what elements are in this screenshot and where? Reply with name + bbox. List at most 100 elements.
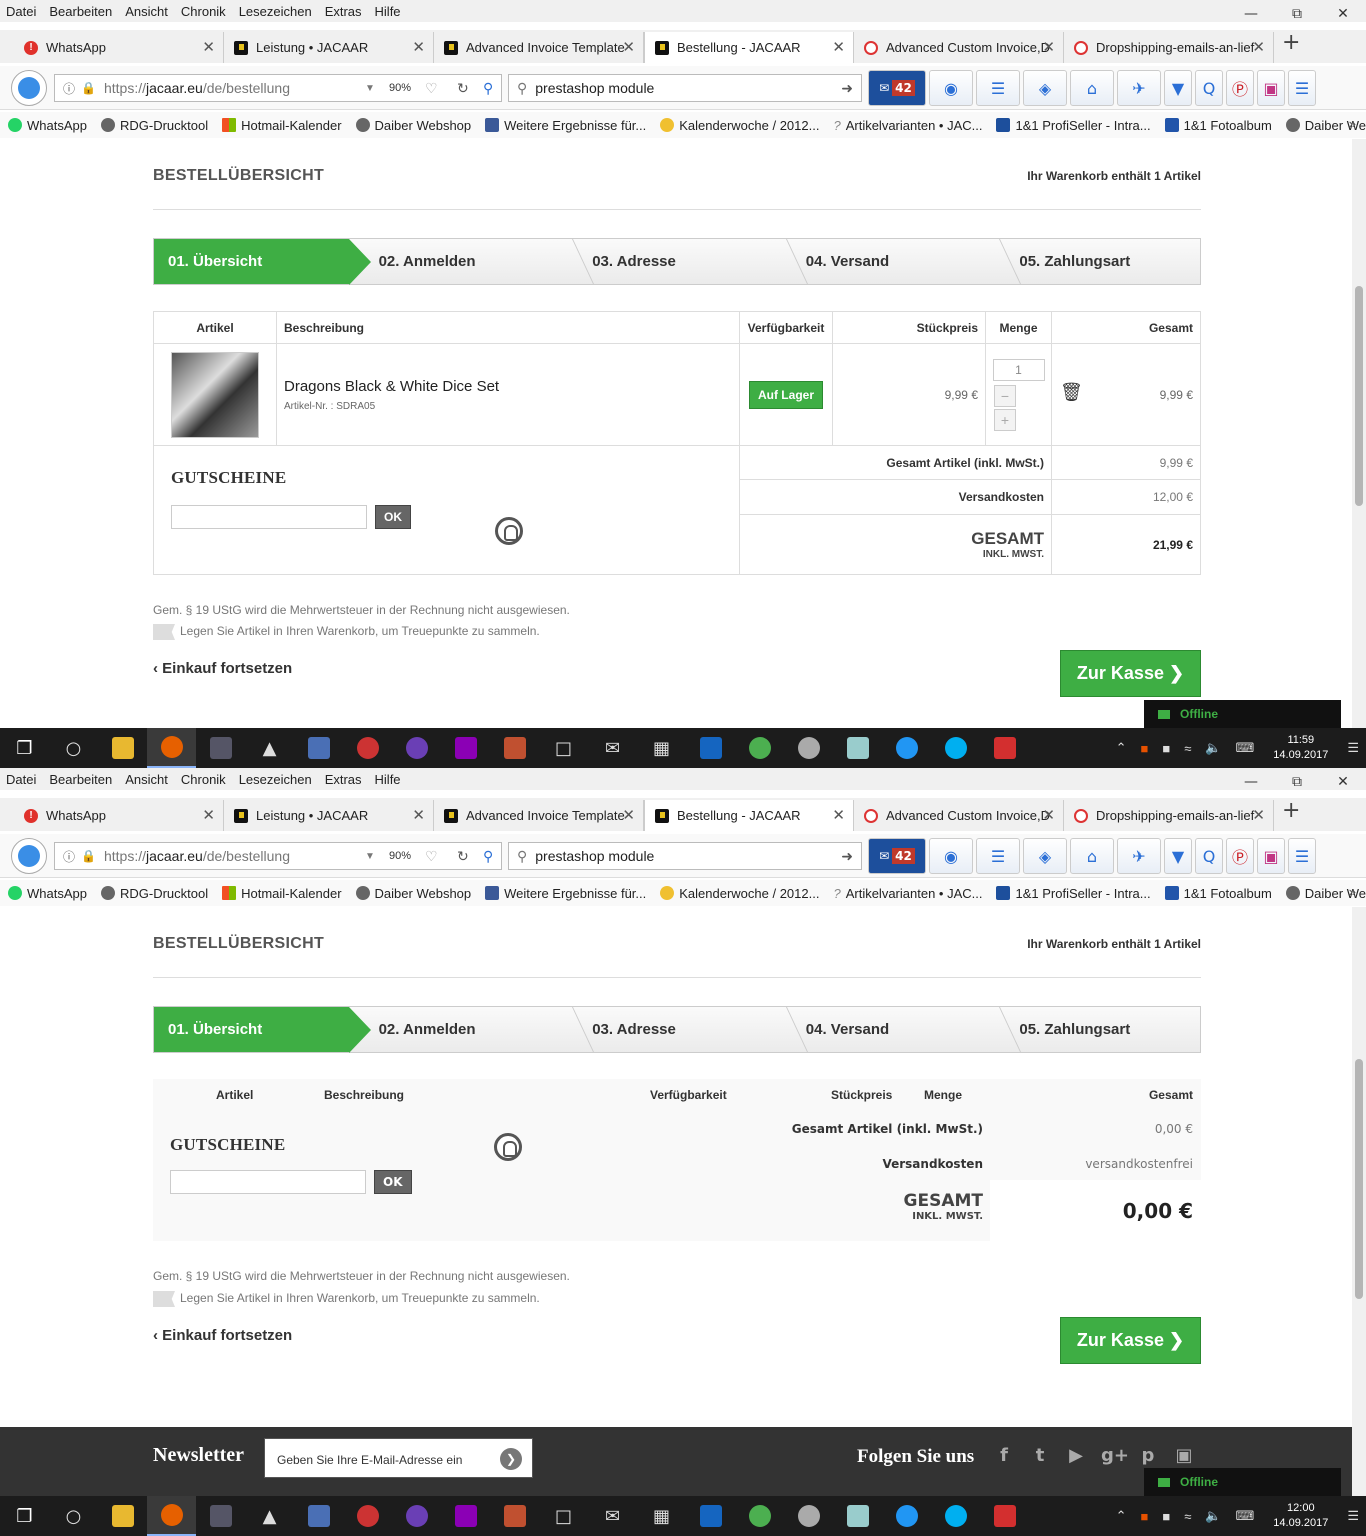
tab-leistung[interactable]: Leistung • JACAAR ✕ bbox=[224, 32, 434, 63]
url-bar[interactable]: ⓘ 🔒 https://jacaar.eu/de/bestellung ▼ 90… bbox=[54, 74, 502, 102]
messenger-icon[interactable] bbox=[882, 1496, 931, 1536]
clock[interactable]: 11:59 14.09.2017 bbox=[1273, 733, 1328, 763]
dropdown-icon[interactable]: ▼ bbox=[365, 851, 375, 862]
bookmark-whatsapp[interactable]: WhatsApp bbox=[8, 886, 87, 901]
keyboard-icon[interactable]: ⌨ bbox=[1236, 740, 1255, 756]
house-icon[interactable]: ⌂ bbox=[1070, 70, 1114, 106]
menu-lesezeichen[interactable]: Lesezeichen bbox=[239, 772, 312, 787]
app-icon[interactable] bbox=[833, 1496, 882, 1536]
app-icon[interactable] bbox=[196, 1496, 245, 1536]
pinterest-icon[interactable]: Ⓟ bbox=[1226, 70, 1254, 106]
restore-icon[interactable]: ⧉ bbox=[1274, 0, 1320, 28]
acrobat-icon[interactable] bbox=[980, 728, 1029, 768]
app-icon[interactable] bbox=[833, 728, 882, 768]
app-icon[interactable] bbox=[343, 1496, 392, 1536]
app-icon[interactable] bbox=[392, 728, 441, 768]
menu-hilfe[interactable]: Hilfe bbox=[375, 4, 401, 19]
app-icon[interactable] bbox=[490, 728, 539, 768]
tab-close-icon[interactable]: ✕ bbox=[412, 806, 425, 824]
calendar-icon[interactable] bbox=[686, 1496, 735, 1536]
tray-app-icon[interactable]: ■ bbox=[1162, 741, 1170, 756]
tab-close-icon[interactable]: ✕ bbox=[1252, 38, 1265, 56]
cortana-icon[interactable]: ○ bbox=[49, 728, 98, 768]
windows-start-icon[interactable]: ❐ bbox=[0, 728, 49, 768]
frog-icon[interactable] bbox=[735, 728, 784, 768]
wifi-icon[interactable]: ≈ bbox=[1184, 1509, 1191, 1524]
app-icon[interactable] bbox=[490, 1496, 539, 1536]
menu-lesezeichen[interactable]: Lesezeichen bbox=[239, 4, 312, 19]
mail-icon[interactable]: ✉ 42 bbox=[868, 70, 926, 106]
app-icon[interactable] bbox=[441, 728, 490, 768]
pocket-save-icon[interactable]: ▼ bbox=[1164, 838, 1192, 874]
app-icon[interactable] bbox=[784, 1496, 833, 1536]
house-icon[interactable]: ⌂ bbox=[1070, 838, 1114, 874]
tab-whatsapp[interactable]: ! WhatsApp ✕ bbox=[14, 800, 224, 831]
bookmark-facebook[interactable]: Weitere Ergebnisse für... bbox=[485, 118, 646, 133]
frog-icon[interactable] bbox=[735, 1496, 784, 1536]
back-button[interactable] bbox=[11, 70, 47, 106]
step-shipping[interactable]: 04. Versand bbox=[773, 239, 987, 284]
qj-icon[interactable]: Q bbox=[1195, 838, 1223, 874]
trash-icon[interactable]: 🗑 bbox=[1060, 382, 1083, 403]
tab-close-icon[interactable]: ✕ bbox=[1042, 806, 1055, 824]
scrollbar-thumb[interactable] bbox=[1355, 286, 1363, 506]
acrobat-icon[interactable] bbox=[980, 1496, 1029, 1536]
skype-icon[interactable] bbox=[931, 728, 980, 768]
tab-custom-invoice[interactable]: Advanced Custom Invoice,D ✕ bbox=[854, 800, 1064, 831]
tab-close-icon[interactable]: ✕ bbox=[412, 38, 425, 56]
pocket-save-icon[interactable]: ▼ bbox=[1164, 70, 1192, 106]
voucher-ok-button[interactable]: OK bbox=[374, 1170, 412, 1194]
menu-bearbeiten[interactable]: Bearbeiten bbox=[49, 772, 112, 787]
bookmark-kalenderwoche[interactable]: Kalenderwoche / 2012... bbox=[660, 886, 819, 901]
list-icon[interactable]: ☰ bbox=[976, 70, 1020, 106]
zoom-level[interactable]: 90% bbox=[389, 850, 411, 862]
close-window-icon[interactable]: ✕ bbox=[1320, 0, 1366, 28]
tab-dropshipping[interactable]: Dropshipping-emails-an-lief ✕ bbox=[1064, 800, 1274, 831]
calculator-icon[interactable]: ▦ bbox=[637, 1496, 686, 1536]
app-icon[interactable] bbox=[784, 728, 833, 768]
tab-close-icon[interactable]: ✕ bbox=[832, 806, 845, 824]
pinterest-icon[interactable]: Ⓟ bbox=[1226, 838, 1254, 874]
arrow-right-icon[interactable]: ❯ bbox=[500, 1448, 522, 1470]
bookmark-hotmail[interactable]: Hotmail-Kalender bbox=[222, 118, 342, 133]
step-payment[interactable]: 05. Zahlungsart bbox=[986, 1007, 1200, 1052]
globe-icon[interactable]: ◈ bbox=[1023, 70, 1067, 106]
checkout-button[interactable]: Zur Kasse ❯ bbox=[1060, 650, 1201, 697]
airplane-icon[interactable]: ✈ bbox=[1117, 838, 1161, 874]
menu-extras[interactable]: Extras bbox=[325, 4, 362, 19]
bookmark-rdg[interactable]: RDG-Drucktool bbox=[100, 118, 208, 133]
hamburger-menu-icon[interactable]: ☰ bbox=[1288, 838, 1316, 874]
dropdown-icon[interactable]: ▼ bbox=[365, 83, 375, 94]
mail-icon[interactable]: ✉ 42 bbox=[868, 838, 926, 874]
app-icon[interactable] bbox=[392, 1496, 441, 1536]
tab-bestellung[interactable]: Bestellung - JACAAR ✕ bbox=[644, 32, 854, 63]
search-bar[interactable]: ⚲ prestashop module ➜ bbox=[508, 842, 862, 870]
keyboard-icon[interactable]: ⌨ bbox=[1236, 1508, 1255, 1524]
scrollbar-thumb[interactable] bbox=[1355, 1059, 1363, 1299]
mail-icon[interactable]: ✉ bbox=[588, 728, 637, 768]
menu-chronik[interactable]: Chronik bbox=[181, 4, 226, 19]
twitter-icon[interactable]: t bbox=[1029, 1445, 1051, 1466]
minus-icon[interactable]: − bbox=[994, 384, 1016, 407]
list-icon[interactable]: ☰ bbox=[976, 838, 1020, 874]
search-icon[interactable]: ⚲ bbox=[483, 848, 493, 865]
arrow-right-icon[interactable]: ➜ bbox=[841, 80, 853, 97]
firefox-icon[interactable] bbox=[147, 1496, 196, 1536]
scrollbar[interactable] bbox=[1352, 907, 1366, 1496]
tab-close-icon[interactable]: ✕ bbox=[832, 38, 845, 56]
bookmark-rdg[interactable]: RDG-Drucktool bbox=[100, 886, 208, 901]
pocket-icon[interactable]: ♡ bbox=[425, 80, 438, 97]
checkout-button[interactable]: Zur Kasse ❯ bbox=[1060, 1317, 1201, 1364]
instagram-icon[interactable]: ▣ bbox=[1257, 838, 1285, 874]
scrollbar[interactable] bbox=[1352, 139, 1366, 728]
photos-icon[interactable]: ▲ bbox=[245, 1496, 294, 1536]
menu-ansicht[interactable]: Ansicht bbox=[125, 4, 168, 19]
search-bar[interactable]: ⚲ prestashop module ➜ bbox=[508, 74, 862, 102]
explorer-icon[interactable] bbox=[98, 728, 147, 768]
step-login[interactable]: 02. Anmelden bbox=[349, 1007, 560, 1052]
minimize-icon[interactable]: — bbox=[1228, 768, 1274, 796]
bookmark-facebook[interactable]: Weitere Ergebnisse für... bbox=[485, 886, 646, 901]
menu-datei[interactable]: Datei bbox=[6, 4, 36, 19]
continue-shopping-link[interactable]: ‹ Einkauf fortsetzen bbox=[153, 1327, 292, 1344]
instagram-icon[interactable]: ▣ bbox=[1173, 1445, 1195, 1466]
